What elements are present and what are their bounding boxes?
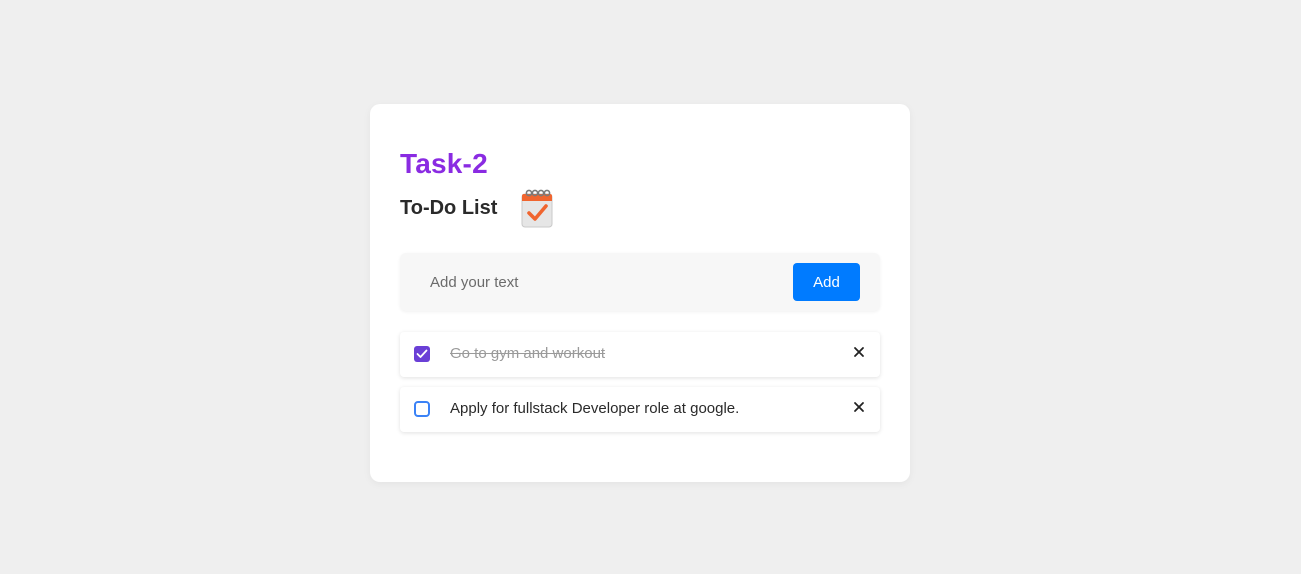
delete-task-button[interactable]: [850, 398, 868, 416]
subtitle-row: To-Do List: [400, 188, 553, 228]
task-item: Apply for fullstack Developer role at go…: [400, 387, 880, 432]
add-button[interactable]: Add: [793, 263, 860, 301]
task-input-bar: Add: [400, 253, 880, 311]
notepad-checklist-icon: [521, 188, 553, 228]
checkmark-icon: [416, 349, 428, 358]
task-item: Go to gym and workout: [400, 332, 880, 377]
close-icon: [854, 347, 864, 357]
task-text: Apply for fullstack Developer role at go…: [450, 400, 740, 417]
task-checkbox-unchecked[interactable]: [414, 401, 430, 417]
page-subtitle: To-Do List: [400, 196, 498, 219]
app-title: Task-2: [400, 148, 488, 179]
task-list: Go to gym and workout Apply for fullstac…: [400, 332, 880, 442]
task-text: Go to gym and workout: [450, 345, 606, 362]
task-input[interactable]: [414, 262, 794, 302]
close-icon: [854, 402, 864, 412]
task-checkbox-checked[interactable]: [414, 346, 430, 362]
delete-task-button[interactable]: [850, 343, 868, 361]
todo-card: Task-2 To-Do List Add your text Add Go t…: [370, 104, 910, 482]
